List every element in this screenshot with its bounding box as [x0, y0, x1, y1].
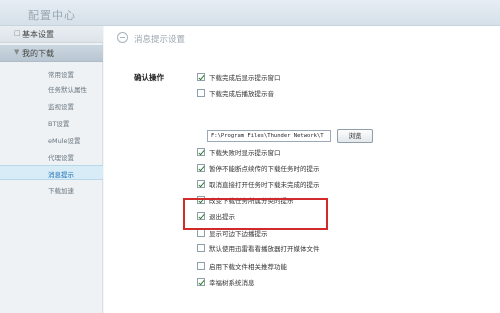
sidebar-item-emule-settings[interactable]: eMule设置	[0, 132, 103, 147]
checkbox[interactable]	[197, 89, 205, 97]
checkbox[interactable]	[197, 244, 205, 252]
settings-panel: 消息提示设置 确认操作 下载完成后显示提示窗口 下载完成后播放提示音 F:\Pr…	[104, 26, 500, 313]
browse-button[interactable]: 浏览	[337, 129, 373, 143]
checkbox[interactable]	[197, 278, 205, 286]
highlight-annotation-box	[183, 198, 328, 230]
sidebar-section-label: 基本设置	[22, 30, 54, 39]
checkbox[interactable]	[197, 262, 205, 270]
sidebar-item-task-defaults[interactable]: 任务默认属性	[0, 81, 103, 96]
sidebar-item-bt-settings[interactable]: BT设置	[0, 115, 103, 130]
checkbox[interactable]	[197, 180, 205, 188]
option-label: 启用下载文件相关推荐功能	[209, 263, 287, 271]
sidebar-item-label: eMule设置	[48, 137, 81, 145]
group-label-confirm-actions: 确认操作	[134, 73, 164, 82]
sidebar-item-message-prompts[interactable]: 消息提示	[0, 165, 103, 180]
option-label: 下载失败时显示提示窗口	[209, 149, 281, 157]
square-icon: □	[14, 29, 21, 37]
sidebar-item-label: 任务默认属性	[48, 86, 87, 94]
sidebar-item-label: 代理设置	[48, 154, 74, 162]
triangle-down-icon: ▼	[14, 48, 20, 56]
checkbox[interactable]	[197, 229, 205, 237]
checkbox[interactable]	[197, 148, 205, 156]
sidebar-item-download-acceleration[interactable]: 下载加速	[0, 182, 103, 197]
minus-circle-icon	[117, 32, 128, 43]
checkbox[interactable]	[197, 164, 205, 172]
title-bar: 配置中心	[0, 0, 500, 26]
option-label: 幸福树系统消息	[209, 279, 255, 287]
app-title: 配置中心	[28, 9, 76, 22]
sidebar-item-label: 下载加速	[48, 187, 74, 195]
sidebar: □ 基本设置 ▼ 我的下载 常用设置 任务默认属性 监视设置 BT设置 eMul…	[0, 26, 103, 313]
panel-header: 消息提示设置	[104, 26, 500, 52]
option-label: 下载完成后播放提示音	[209, 90, 274, 98]
sidebar-item-common-settings[interactable]: 常用设置	[0, 66, 103, 81]
sound-path-input[interactable]: F:\Program Files\Thunder Network\T	[207, 130, 331, 142]
sidebar-item-label: 消息提示	[48, 171, 74, 179]
panel-title: 消息提示设置	[134, 35, 186, 45]
sidebar-item-label: 常用设置	[48, 71, 74, 79]
option-label: 默认使用迅雷看看播放器打开媒体文件	[209, 245, 320, 253]
sidebar-section-my-downloads[interactable]: ▼ 我的下载	[0, 45, 103, 62]
sidebar-item-label: BT设置	[48, 120, 70, 128]
sidebar-section-label: 我的下载	[22, 49, 54, 58]
option-label: 下载完成后显示提示窗口	[209, 74, 281, 82]
option-label: 暂停不能断点续传的下载任务时的提示	[209, 165, 320, 173]
sidebar-section-basic-settings[interactable]: □ 基本设置	[0, 26, 103, 43]
sidebar-item-label: 监视设置	[48, 103, 74, 111]
sidebar-item-proxy-settings[interactable]: 代理设置	[0, 149, 103, 164]
checkbox[interactable]	[197, 73, 205, 81]
option-label: 取消直接打开任务时下载未完成的提示	[209, 181, 320, 189]
sidebar-item-monitor-settings[interactable]: 监视设置	[0, 98, 103, 113]
